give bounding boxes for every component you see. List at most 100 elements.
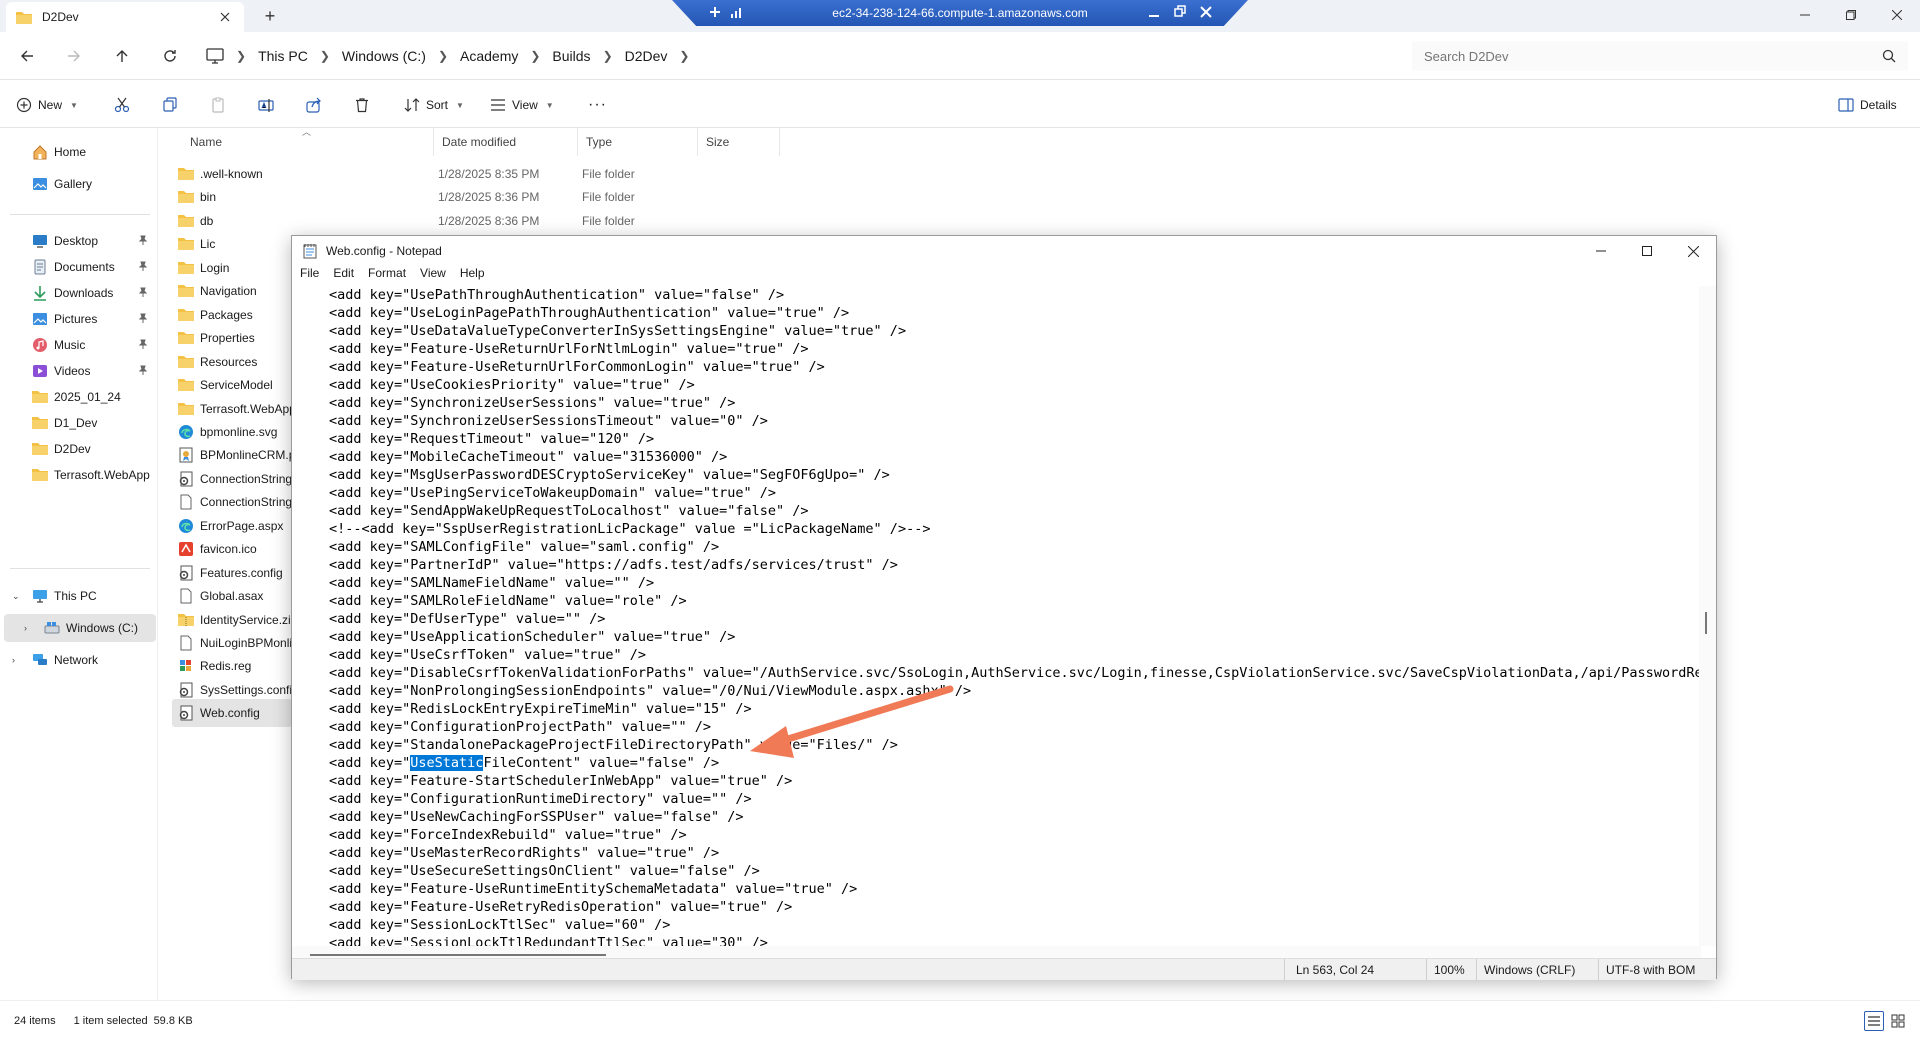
pin-icon[interactable] — [138, 339, 148, 349]
explorer-tab[interactable]: D2Dev — [6, 2, 244, 32]
paste-button[interactable] — [210, 94, 226, 116]
sidebar-item-drive-c[interactable]: › Windows (C:) — [4, 614, 156, 642]
column-header-size[interactable]: Size — [698, 128, 780, 156]
sidebar-item-downloads[interactable]: Downloads — [4, 279, 154, 307]
notepad-close-button[interactable] — [1670, 236, 1716, 266]
rdp-minimize-icon[interactable] — [1148, 5, 1160, 19]
code-line: <!--<add key="SspUserRegistrationLicPack… — [329, 521, 931, 537]
more-options-button[interactable]: ··· — [588, 94, 607, 116]
code-line: <add key="Feature-StartSchedulerInWebApp… — [329, 773, 793, 789]
sort-button[interactable]: Sort ▼ — [404, 94, 464, 116]
delete-button[interactable] — [354, 94, 370, 116]
share-button[interactable] — [306, 94, 322, 116]
search-input[interactable] — [1424, 48, 1882, 64]
back-button[interactable] — [17, 46, 37, 66]
close-button[interactable] — [1874, 0, 1920, 30]
chevron-right-icon: ❯ — [679, 49, 690, 63]
selected-text[interactable]: UseStatic — [410, 755, 484, 771]
sidebar-item-desktop[interactable]: Desktop — [4, 227, 154, 255]
column-header-type[interactable]: Type — [578, 128, 698, 156]
sidebar-item-videos[interactable]: Videos — [4, 357, 154, 385]
copy-button[interactable] — [162, 94, 178, 116]
folder-icon — [178, 377, 194, 393]
details-pane-button[interactable]: Details — [1838, 94, 1897, 116]
sidebar-item-terrasoft-webapp[interactable]: Terrasoft.WebApp — [4, 461, 154, 489]
close-tab-icon[interactable] — [216, 8, 234, 26]
chevron-down-icon[interactable]: ⌄ — [12, 591, 20, 602]
sidebar-item-2025-01-24[interactable]: 2025_01_24 — [4, 383, 154, 411]
menu-file[interactable]: File — [292, 266, 325, 286]
menu-format[interactable]: Format — [360, 266, 412, 286]
view-label: View — [512, 98, 538, 112]
rename-icon — [258, 97, 274, 113]
chevron-down-icon: ▼ — [70, 100, 78, 110]
sidebar-item-this-pc[interactable]: ⌄ This PC — [4, 582, 154, 610]
tiles-view-icon[interactable] — [1888, 1011, 1908, 1031]
rdp-close-icon[interactable] — [1200, 5, 1212, 19]
code-line: <add key="UseDataValueTypeConverterInSys… — [329, 323, 907, 339]
notepad-title-bar[interactable]: Web.config - Notepad — [292, 236, 1716, 266]
sidebar-item-gallery[interactable]: Gallery — [4, 170, 154, 198]
crumb-builds[interactable]: Builds — [546, 48, 596, 64]
notepad-maximize-button[interactable] — [1624, 236, 1670, 266]
search-box[interactable] — [1412, 41, 1908, 71]
column-header-date[interactable]: Date modified — [434, 128, 578, 156]
plus-circle-icon — [16, 97, 32, 113]
item-count: 24 items — [14, 1014, 56, 1027]
new-button[interactable]: New ▼ — [16, 94, 78, 116]
chevron-right-icon: ❯ — [437, 49, 448, 63]
menu-view[interactable]: View — [412, 266, 452, 286]
rename-button[interactable] — [258, 94, 274, 116]
menu-help[interactable]: Help — [452, 266, 491, 286]
chevron-right-icon[interactable]: › — [12, 655, 15, 665]
crumb-this-pc[interactable]: This PC — [252, 48, 314, 64]
pin-icon[interactable] — [138, 365, 148, 375]
folder-icon — [178, 330, 194, 346]
pin-icon[interactable] — [138, 313, 148, 323]
pin-icon[interactable] — [138, 287, 148, 297]
code-line: <add key="MobileCacheTimeout" value="315… — [329, 449, 728, 465]
column-header-name[interactable]: Name — [182, 128, 434, 156]
status-separator — [1426, 959, 1427, 981]
crumb-drive[interactable]: Windows (C:) — [336, 48, 432, 64]
details-view-icon[interactable] — [1864, 1011, 1884, 1031]
cut-button[interactable] — [114, 94, 130, 116]
vertical-scroll-thumb[interactable] — [1705, 612, 1707, 634]
notepad-text-area[interactable]: <add key="UsePathThroughAuthentication" … — [292, 286, 1701, 946]
code-line: <add key="SynchronizeUserSessions" value… — [329, 395, 736, 411]
file-row[interactable]: Web.config — [172, 699, 292, 728]
chevron-down-icon: ▼ — [456, 100, 464, 110]
new-tab-button[interactable]: + — [258, 6, 282, 26]
sidebar-item-d1-dev[interactable]: D1_Dev — [4, 409, 154, 437]
sidebar-item-home[interactable]: Home — [4, 138, 154, 166]
horizontal-scroll-thumb[interactable] — [310, 954, 606, 956]
forward-button[interactable] — [64, 46, 84, 66]
minimize-button[interactable] — [1782, 0, 1828, 30]
sidebar-item-network[interactable]: › Network — [4, 646, 154, 674]
crumb-d2dev[interactable]: D2Dev — [619, 48, 674, 64]
chevron-right-icon[interactable]: › — [24, 623, 27, 633]
sidebar-item-d2dev[interactable]: D2Dev — [4, 435, 154, 463]
refresh-button[interactable] — [160, 46, 180, 66]
vertical-scrollbar[interactable] — [1699, 286, 1716, 946]
breadcrumb[interactable]: ❯ This PC ❯ Windows (C:) ❯ Academy ❯ Bui… — [206, 41, 1400, 71]
sidebar-item-documents[interactable]: Documents — [4, 253, 154, 281]
folder-icon — [178, 166, 194, 182]
code-line: <add key="SAMLRoleFieldName" value="role… — [329, 593, 687, 609]
menu-edit[interactable]: Edit — [325, 266, 360, 286]
notepad-minimize-button[interactable] — [1578, 236, 1624, 266]
sidebar-item-music[interactable]: Music — [4, 331, 154, 359]
rdp-restore-icon[interactable] — [1174, 5, 1186, 19]
chevron-right-icon: ❯ — [602, 49, 613, 63]
up-button[interactable] — [112, 46, 132, 66]
code-line: <add key="Feature-UseReturnUrlForCommonL… — [329, 359, 825, 375]
notepad-menu-bar: File Edit Format View Help — [292, 266, 491, 286]
sidebar-item-pictures[interactable]: Pictures — [4, 305, 154, 333]
pin-icon[interactable] — [138, 235, 148, 245]
search-icon[interactable] — [1882, 49, 1896, 63]
notepad-status-bar: Ln 563, Col 24 100% Windows (CRLF) UTF-8… — [292, 958, 1716, 981]
pin-icon[interactable] — [138, 261, 148, 271]
crumb-academy[interactable]: Academy — [454, 48, 524, 64]
maximize-button[interactable] — [1828, 0, 1874, 30]
view-button[interactable]: View ▼ — [490, 94, 554, 116]
